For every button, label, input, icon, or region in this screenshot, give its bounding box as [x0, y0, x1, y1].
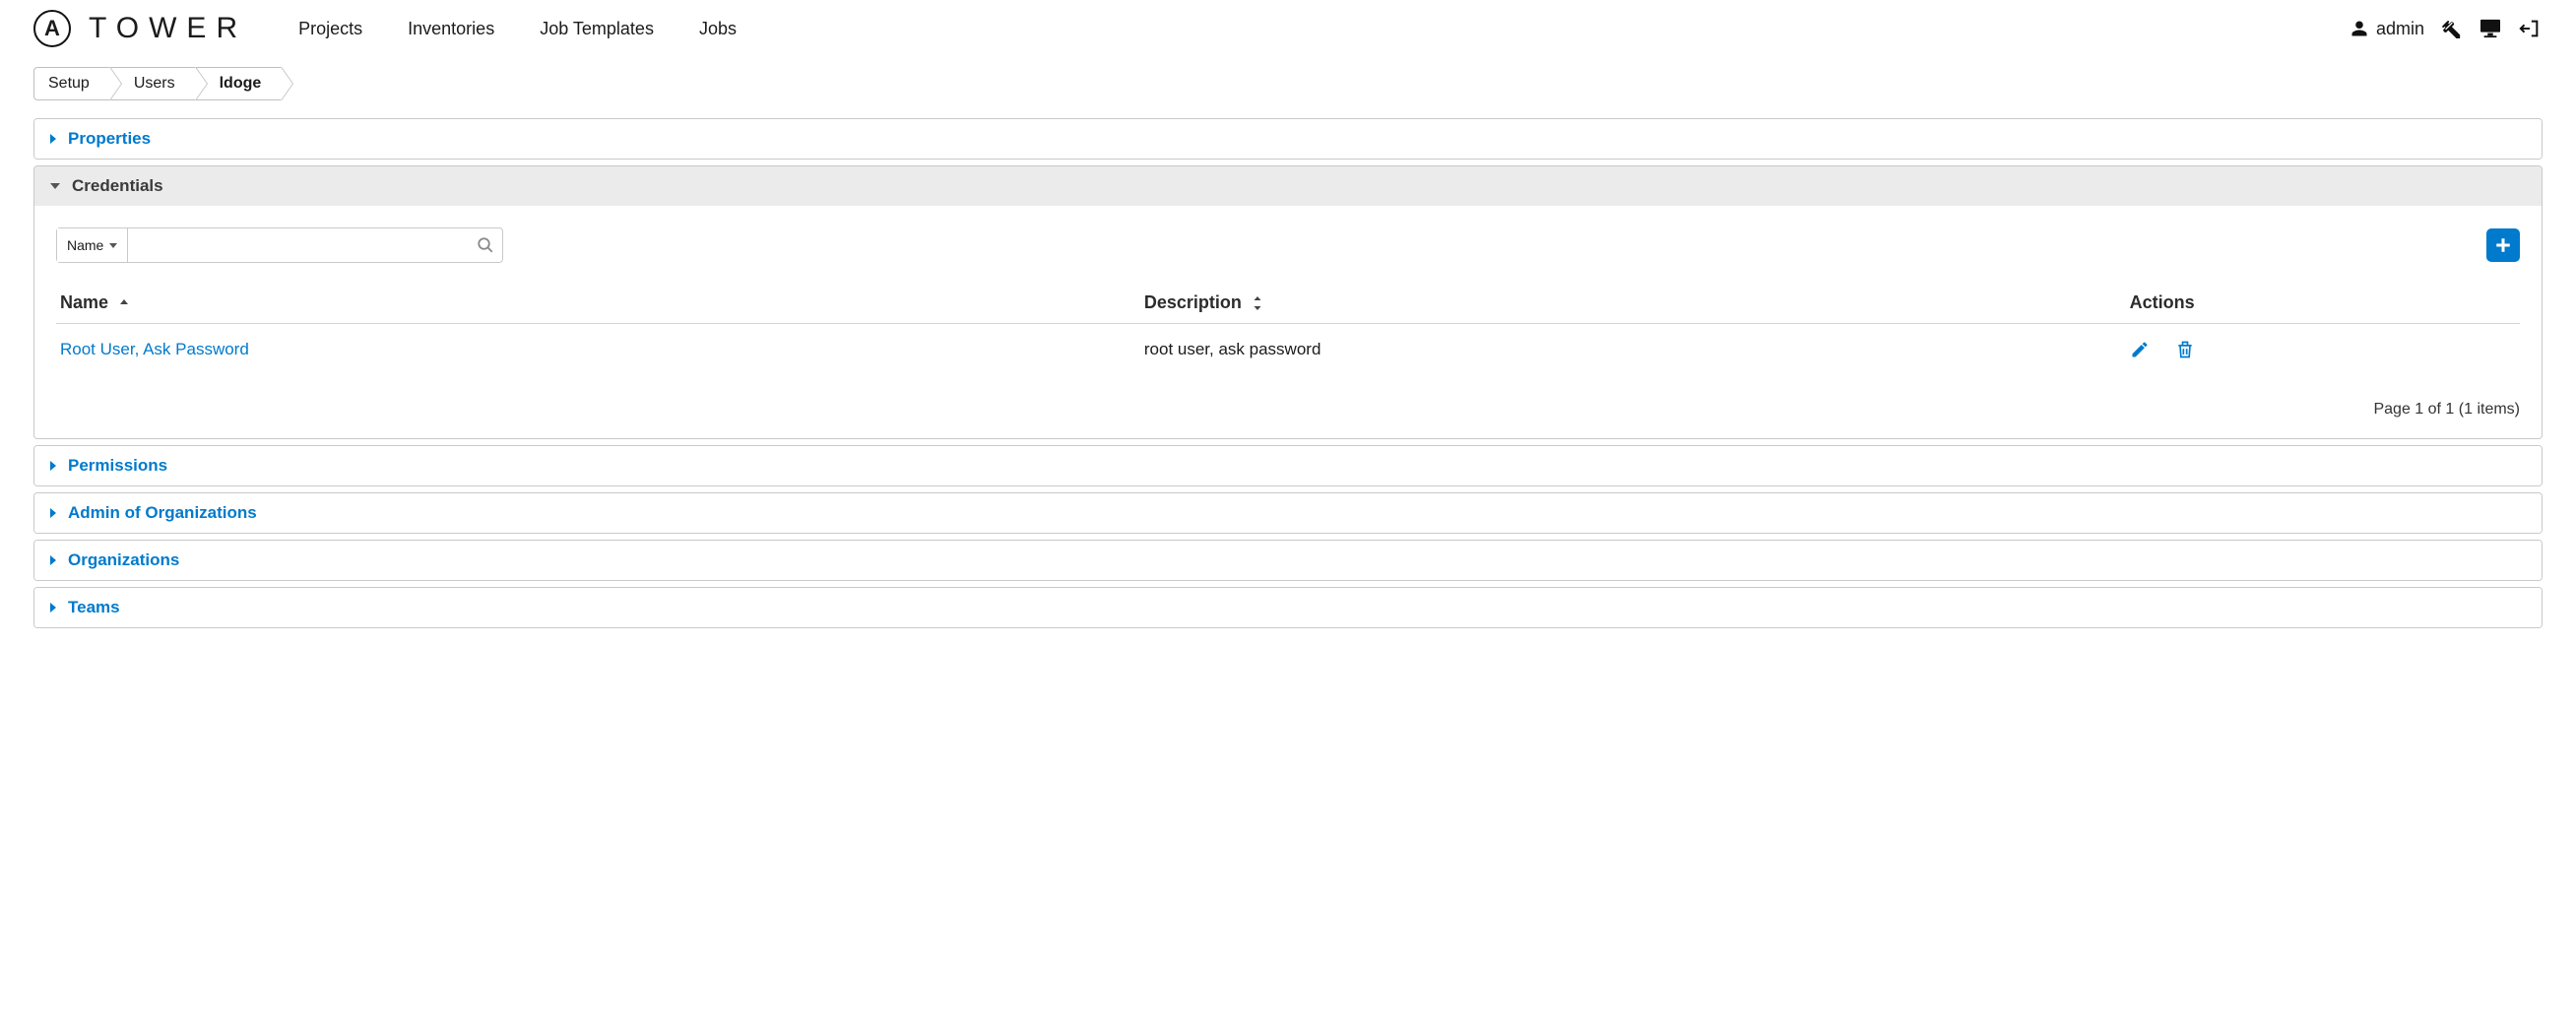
user-icon	[2351, 20, 2368, 37]
topbar-right: admin	[2351, 16, 2543, 41]
panel-title: Properties	[68, 129, 151, 149]
breadcrumb-label: ldoge	[220, 75, 262, 93]
panel-teams-header[interactable]: Teams	[34, 588, 2542, 627]
nav-job-templates[interactable]: Job Templates	[540, 19, 654, 39]
caret-right-icon	[50, 134, 56, 144]
panel-teams: Teams	[33, 587, 2543, 628]
panel-title: Teams	[68, 598, 120, 617]
panel-title: Admin of Organizations	[68, 503, 257, 523]
table-row: Root User, Ask Password root user, ask p…	[56, 324, 2520, 368]
panel-properties-header[interactable]: Properties	[34, 119, 2542, 159]
pager-text: Page 1 of 1 (1 items)	[56, 401, 2520, 419]
row-actions	[2130, 340, 2516, 359]
col-header-label: Actions	[2130, 292, 2195, 313]
delete-button[interactable]	[2175, 340, 2195, 359]
col-header-label: Description	[1144, 292, 1242, 313]
credential-description: root user, ask password	[1144, 340, 1321, 358]
add-credential-button[interactable]	[2486, 228, 2520, 262]
col-header-label: Name	[60, 292, 108, 313]
breadcrumb-current[interactable]: ldoge	[195, 67, 283, 100]
brand-logo: A	[33, 10, 71, 47]
panel-admin-orgs: Admin of Organizations	[33, 492, 2543, 534]
caret-down-icon	[50, 183, 60, 189]
panel-title: Permissions	[68, 456, 167, 476]
search-field-select[interactable]: Name	[57, 228, 128, 262]
nav-inventories[interactable]: Inventories	[408, 19, 494, 39]
breadcrumb-users[interactable]: Users	[109, 67, 196, 100]
edit-button[interactable]	[2130, 340, 2150, 359]
panel-organizations: Organizations	[33, 540, 2543, 581]
logout-icon[interactable]	[2517, 16, 2543, 41]
caret-right-icon	[50, 603, 56, 613]
brand-name: TOWER	[89, 12, 247, 45]
search-input[interactable]	[128, 228, 502, 262]
credentials-search: Name	[56, 227, 503, 263]
credentials-toolbar: Name	[56, 227, 2520, 263]
topbar-left: A TOWER Projects Inventories Job Templat…	[33, 10, 737, 47]
search-icon[interactable]	[477, 236, 494, 254]
panel-title: Credentials	[72, 176, 163, 196]
search-input-wrap	[128, 228, 502, 262]
panel-properties: Properties	[33, 118, 2543, 160]
panel-credentials-header[interactable]: Credentials	[34, 166, 2542, 206]
breadcrumb-label: Users	[134, 75, 175, 93]
topbar: A TOWER Projects Inventories Job Templat…	[0, 0, 2576, 67]
sort-asc-icon	[118, 297, 130, 309]
nav-projects[interactable]: Projects	[298, 19, 362, 39]
breadcrumb-setup[interactable]: Setup	[33, 67, 110, 100]
user-menu[interactable]: admin	[2351, 19, 2424, 39]
col-header-actions: Actions	[2126, 285, 2520, 324]
panel-title: Organizations	[68, 550, 179, 570]
user-name: admin	[2376, 19, 2424, 39]
sort-icon	[1252, 295, 1263, 311]
credentials-table: Name Description	[56, 285, 2520, 367]
panels: Properties Credentials Name	[0, 100, 2576, 664]
panel-credentials-body: Name	[34, 206, 2542, 438]
credential-name-link[interactable]: Root User, Ask Password	[60, 340, 249, 358]
breadcrumb-container: Setup Users ldoge	[0, 67, 2576, 100]
panel-permissions: Permissions	[33, 445, 2543, 486]
brand-logo-letter: A	[44, 16, 60, 41]
brand[interactable]: A TOWER	[33, 10, 247, 47]
caret-right-icon	[50, 555, 56, 565]
nav-jobs[interactable]: Jobs	[699, 19, 737, 39]
panel-organizations-header[interactable]: Organizations	[34, 541, 2542, 580]
breadcrumb-label: Setup	[48, 75, 90, 93]
caret-down-icon	[109, 243, 117, 248]
plus-icon	[2494, 236, 2512, 254]
caret-right-icon	[50, 461, 56, 471]
settings-icon[interactable]	[2438, 16, 2464, 41]
panel-admin-orgs-header[interactable]: Admin of Organizations	[34, 493, 2542, 533]
search-field-label: Name	[67, 237, 103, 253]
breadcrumb: Setup Users ldoge	[33, 67, 2543, 100]
nav-links: Projects Inventories Job Templates Jobs	[298, 19, 737, 39]
panel-credentials: Credentials Name	[33, 165, 2543, 439]
col-header-name[interactable]: Name	[56, 285, 1140, 324]
caret-right-icon	[50, 508, 56, 518]
panel-permissions-header[interactable]: Permissions	[34, 446, 2542, 485]
portal-icon[interactable]	[2478, 16, 2503, 41]
col-header-description[interactable]: Description	[1140, 285, 2126, 324]
